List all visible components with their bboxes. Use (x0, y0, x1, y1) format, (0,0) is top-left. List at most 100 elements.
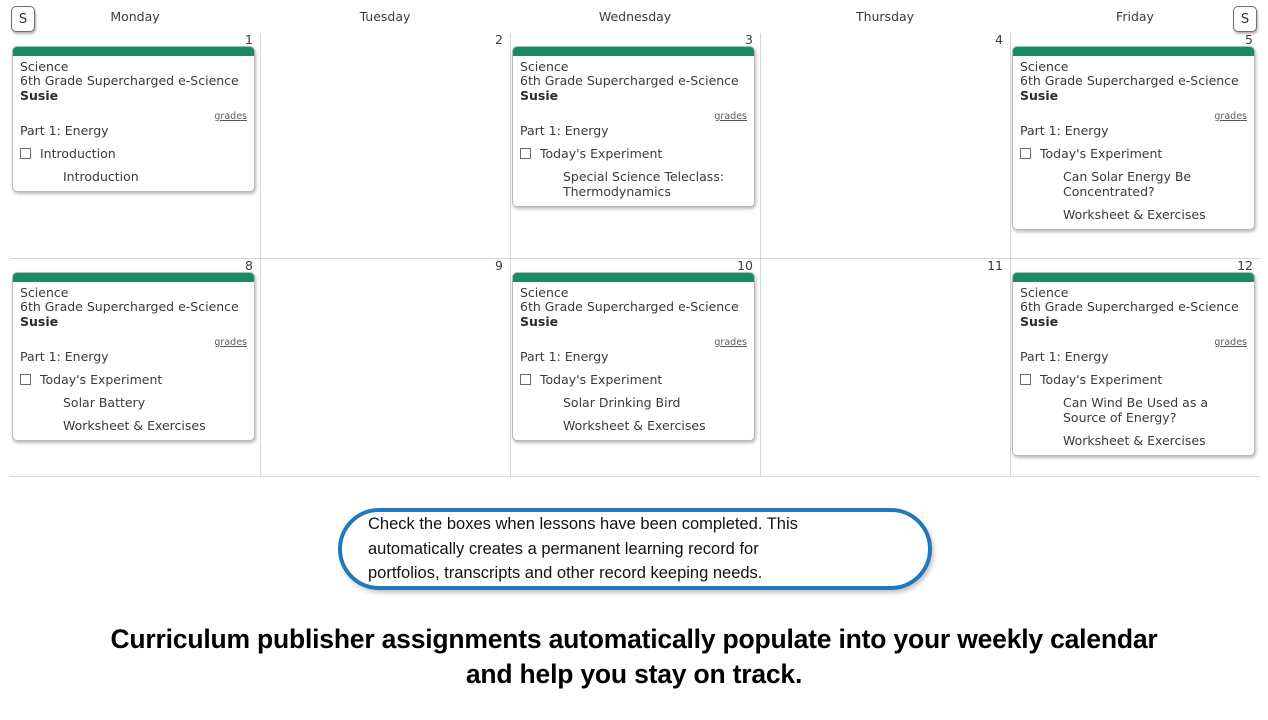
day-number: 4 (995, 32, 1003, 47)
card-body: Science 6th Grade Supercharged e-Science S… (1013, 282, 1254, 455)
course-title: 6th Grade Supercharged e-Science (1020, 299, 1239, 314)
grades-link[interactable]: grades (214, 111, 247, 122)
assignment-card[interactable]: Science 6th Grade Supercharged e-Science S… (512, 46, 755, 207)
task-row: Today's Experiment (520, 146, 747, 161)
course-title: 6th Grade Supercharged e-Science (20, 299, 239, 314)
grid-row-divider (10, 476, 1260, 477)
task-row: Today's Experiment (1020, 146, 1247, 161)
part-label: Part 1: Energy (1020, 349, 1109, 364)
lesson-sub-item[interactable]: Worksheet & Exercises (563, 418, 747, 433)
day-number: 1 (245, 32, 253, 47)
task-label: Today's Experiment (540, 372, 663, 387)
card-accent-bar (13, 47, 254, 56)
course-name: Science (520, 59, 569, 74)
calendar-grid: 1 Science 6th Grade Supercharged e-Science… (10, 33, 1260, 477)
day-number: 2 (495, 32, 503, 47)
day-number: 3 (745, 32, 753, 47)
task-label: Introduction (40, 146, 116, 161)
card-body: Science 6th Grade Supercharged e-Science S… (513, 56, 754, 206)
task-row: Today's Experiment (520, 372, 747, 387)
card-body: Science 6th Grade Supercharged e-Science S… (13, 56, 254, 191)
day-number: 10 (737, 258, 753, 273)
day-number: 9 (495, 258, 503, 273)
part-label: Part 1: Energy (1020, 123, 1109, 138)
card-body: Science 6th Grade Supercharged e-Science S… (1013, 56, 1254, 229)
course-name: Science (1020, 59, 1069, 74)
lesson-sub-item[interactable]: Can Solar Energy Be Concentrated? (1063, 169, 1247, 199)
lesson-sub-item[interactable]: Can Wind Be Used as a Source of Energy? (1063, 395, 1247, 425)
course-title: 6th Grade Supercharged e-Science (1020, 73, 1239, 88)
lesson-complete-checkbox[interactable] (20, 148, 31, 159)
card-body: Science 6th Grade Supercharged e-Science S… (13, 282, 254, 440)
part-label: Part 1: Energy (20, 123, 109, 138)
grid-column-divider (510, 33, 511, 477)
grades-row: grades (520, 104, 747, 122)
grades-link[interactable]: grades (1214, 337, 1247, 348)
lesson-sub-item[interactable]: Worksheet & Exercises (1063, 207, 1247, 222)
task-label: Today's Experiment (540, 146, 663, 161)
day-number: 12 (1237, 258, 1253, 273)
callout-text: Check the boxes when lessons have been c… (368, 515, 798, 583)
card-accent-bar (1013, 47, 1254, 56)
lesson-complete-checkbox[interactable] (520, 148, 531, 159)
card-accent-bar (513, 273, 754, 282)
student-name: Susie (20, 88, 59, 103)
grades-link[interactable]: grades (714, 337, 747, 348)
task-label: Today's Experiment (1040, 146, 1163, 161)
lesson-sub-item[interactable]: Solar Battery (63, 395, 247, 410)
grades-row: grades (520, 330, 747, 348)
course-name: Science (20, 59, 69, 74)
card-accent-bar (1013, 273, 1254, 282)
task-row: Introduction (20, 146, 247, 161)
assignment-card[interactable]: Science 6th Grade Supercharged e-Science S… (12, 272, 255, 441)
student-name: Susie (520, 88, 559, 103)
card-body: Science 6th Grade Supercharged e-Science S… (513, 282, 754, 440)
card-accent-bar (513, 47, 754, 56)
grid-column-divider (1010, 33, 1011, 477)
part-label: Part 1: Energy (520, 123, 609, 138)
course-name: Science (520, 285, 569, 300)
lesson-complete-checkbox[interactable] (1020, 148, 1031, 159)
weekday-header-friday: Friday (1116, 9, 1154, 24)
course-title: 6th Grade Supercharged e-Science (520, 299, 739, 314)
weekday-header-wednesday: Wednesday (598, 9, 672, 24)
student-name: Susie (1020, 88, 1059, 103)
lesson-sub-item[interactable]: Worksheet & Exercises (1063, 433, 1247, 448)
lesson-sub-item[interactable]: Special Science Teleclass: Thermodynamic… (563, 169, 747, 199)
assignment-card[interactable]: Science 6th Grade Supercharged e-Science S… (1012, 272, 1255, 456)
grid-column-divider (760, 33, 761, 477)
grades-row: grades (20, 330, 247, 348)
lesson-sub-item[interactable]: Solar Drinking Bird (563, 395, 747, 410)
card-accent-bar (13, 273, 254, 282)
lesson-complete-checkbox[interactable] (20, 374, 31, 385)
weekday-header-thursday: Thursday (855, 9, 915, 24)
calendar-header: S S Monday Tuesday Wednesday Thursday Fr… (0, 0, 1268, 33)
student-name: Susie (1020, 314, 1059, 329)
day-number: 8 (245, 258, 253, 273)
grades-row: grades (1020, 104, 1247, 122)
course-name: Science (1020, 285, 1069, 300)
course-name: Science (20, 285, 69, 300)
task-label: Today's Experiment (1040, 372, 1163, 387)
part-label: Part 1: Energy (20, 349, 109, 364)
lesson-sub-item[interactable]: Introduction (63, 169, 247, 184)
course-title: 6th Grade Supercharged e-Science (20, 73, 239, 88)
weekday-header-tuesday: Tuesday (359, 9, 411, 24)
task-row: Today's Experiment (1020, 372, 1247, 387)
lesson-complete-checkbox[interactable] (1020, 374, 1031, 385)
part-label: Part 1: Energy (520, 349, 609, 364)
grades-row: grades (1020, 330, 1247, 348)
task-row: Today's Experiment (20, 372, 247, 387)
student-name: Susie (20, 314, 59, 329)
grades-link[interactable]: grades (1214, 111, 1247, 122)
lesson-sub-item[interactable]: Worksheet & Exercises (63, 418, 247, 433)
grades-link[interactable]: grades (714, 111, 747, 122)
day-number: 11 (987, 258, 1003, 273)
assignment-card[interactable]: Science 6th Grade Supercharged e-Science S… (12, 46, 255, 192)
lesson-complete-checkbox[interactable] (520, 374, 531, 385)
assignment-card[interactable]: Science 6th Grade Supercharged e-Science S… (512, 272, 755, 441)
weekday-header-monday: Monday (110, 9, 160, 24)
bottom-heading: Curriculum publisher assignments automat… (110, 624, 1158, 689)
assignment-card[interactable]: Science 6th Grade Supercharged e-Science S… (1012, 46, 1255, 230)
grades-link[interactable]: grades (214, 337, 247, 348)
